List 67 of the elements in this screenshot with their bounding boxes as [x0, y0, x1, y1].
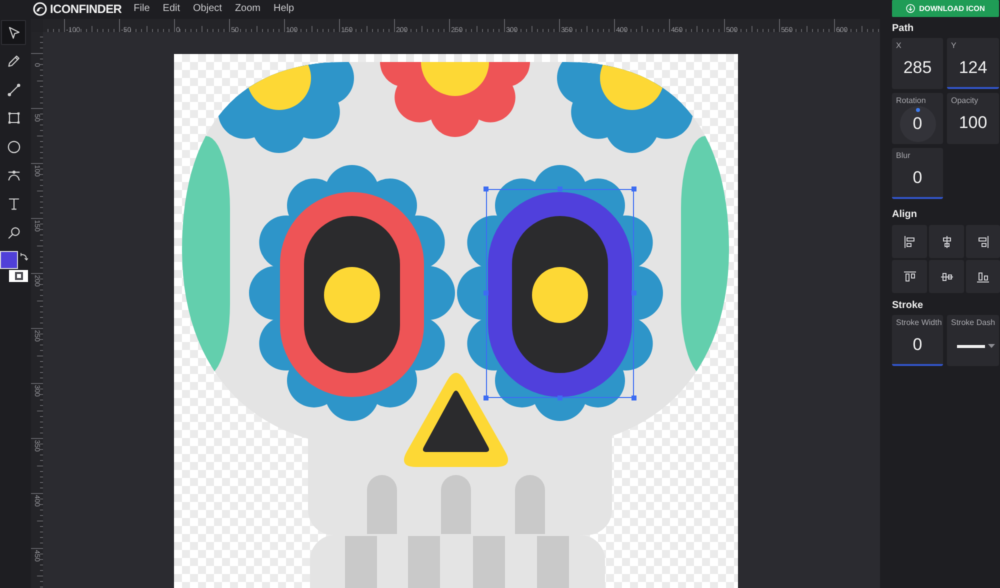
menu-item[interactable]: Help: [274, 2, 294, 14]
resize-handle[interactable]: [484, 396, 488, 400]
tooth-gap: [408, 536, 440, 588]
rotation-dial[interactable]: 0: [900, 106, 936, 142]
tooth-gap: [367, 475, 397, 534]
field-label: Y: [950, 40, 956, 51]
resize-handle[interactable]: [632, 396, 636, 400]
select-tool[interactable]: [1, 20, 26, 45]
pupil: [532, 267, 588, 323]
download-icon: [906, 4, 916, 13]
tooth-gap: [473, 536, 505, 588]
cursor-icon: [6, 26, 20, 40]
resize-handle[interactable]: [632, 290, 636, 296]
field-label: Stroke Width: [895, 317, 942, 328]
tooth-gap: [345, 536, 377, 588]
tooth-gap: [441, 475, 471, 534]
swap-icon[interactable]: [20, 252, 28, 261]
magnifier-icon: [6, 226, 20, 240]
circle-icon: [6, 140, 20, 154]
number-field[interactable]: Opacity 100: [947, 93, 999, 144]
pupil: [324, 267, 380, 323]
field-label: Blur: [895, 150, 910, 161]
align-bottom-icon: [976, 270, 990, 284]
section-title: Align: [892, 208, 917, 222]
align-left-icon: [902, 234, 916, 248]
menu-item[interactable]: File: [134, 2, 150, 14]
align-center-button[interactable]: [929, 225, 964, 258]
caret-down-icon: [988, 344, 995, 348]
pencil-icon: [6, 54, 20, 68]
menu-item[interactable]: Edit: [162, 2, 180, 14]
number-field[interactable]: Y 124: [947, 38, 999, 89]
align-right-icon: [976, 234, 990, 248]
align-left-button[interactable]: [892, 225, 927, 258]
field-label: Rotation: [895, 95, 926, 106]
line-icon: [6, 82, 20, 97]
number-field[interactable]: X 285: [892, 38, 943, 89]
curve-icon: [6, 168, 20, 182]
text-icon: [6, 197, 20, 212]
dash-dropdown[interactable]: Stroke Dash: [947, 315, 999, 366]
resize-handle[interactable]: [484, 290, 488, 296]
align-bottom-button[interactable]: [966, 260, 1000, 293]
menu-item[interactable]: Object: [193, 2, 222, 14]
align-top-button[interactable]: [892, 260, 927, 293]
number-field[interactable]: Stroke Width 0: [892, 315, 943, 366]
tooth-gap: [515, 475, 545, 534]
rectangle-icon: [6, 111, 20, 126]
dial-marker-icon: [916, 108, 920, 112]
tooth-gap: [537, 536, 569, 588]
align-middle-button[interactable]: [929, 260, 964, 293]
resize-handle[interactable]: [484, 186, 488, 192]
section-title: Path: [892, 22, 914, 36]
fill-swatch[interactable]: [0, 250, 18, 269]
section-title: Stroke: [892, 299, 924, 313]
field-label: Opacity: [950, 95, 978, 106]
resize-handle[interactable]: [558, 186, 562, 192]
number-field[interactable]: Blur 0: [892, 148, 943, 199]
field-label: X: [895, 40, 902, 51]
logo-icon: [33, 2, 47, 16]
resize-handle[interactable]: [632, 186, 636, 192]
align-right-button[interactable]: [966, 225, 1000, 258]
logo-text: ICONFINDER: [50, 2, 122, 16]
menu-item[interactable]: Zoom: [234, 2, 260, 14]
align-top-icon: [902, 270, 916, 284]
stroke-swatch[interactable]: [9, 270, 28, 282]
solid-line-icon: [957, 344, 985, 348]
field-label: Stroke Dash: [950, 317, 996, 328]
resize-handle[interactable]: [558, 396, 562, 400]
